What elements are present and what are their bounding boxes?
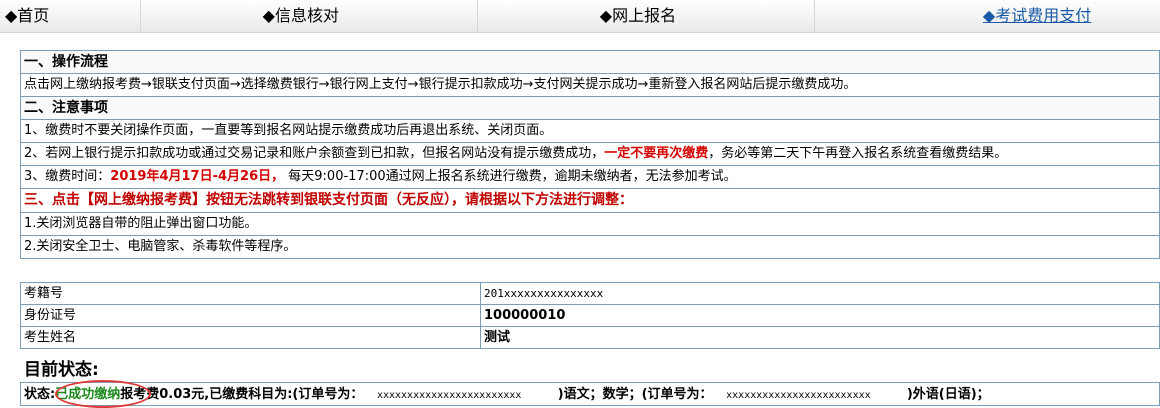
section-title-notes: 二、注意事项 — [20, 96, 1160, 120]
table-row: 身份证号 100000010 — [20, 304, 1160, 327]
fix-2: 2.关闭安全卫士、电脑管家、杀毒软件等程序。 — [20, 235, 1160, 259]
nav-info-check-label[interactable]: ◆信息核对 — [263, 0, 339, 32]
note-1: 1、缴费时不要关闭操作页面，一直要等到报名网站提示缴费成功后再退出系统、关闭页面… — [20, 119, 1160, 143]
table-row: 考籍号 201xxxxxxxxxxxxxxx — [20, 282, 1160, 305]
status-text-2: )语文；数学；(订单号为： — [557, 387, 713, 402]
id-number-label: 身份证号 — [20, 304, 481, 327]
exam-number-value: 201xxxxxxxxxxxxxxx — [480, 282, 1160, 305]
note-3-dates: 2019年4月17日-4月26日， — [110, 169, 285, 184]
payment-status-line: 状态:已成功缴纳报考费0.03元,已缴费科目为:(订单号为： xxxxxxxxx… — [20, 382, 1160, 406]
current-status-title: 目前状态: — [24, 360, 99, 380]
nav-exam-fee-payment[interactable]: ◆考试费用支付 — [815, 0, 1160, 32]
note-2-text-b: ，务必等第二天下午再登入报名系统查看缴费结果。 — [708, 146, 1008, 161]
nav-exam-fee-payment-link[interactable]: ◆考试费用支付 — [983, 0, 1091, 32]
note-2-text-a: 2、若网上银行提示扣款成功或通过交易记录和账户余额查到已扣款，但报名网站没有提示… — [24, 146, 605, 161]
candidate-info-table: 考籍号 201xxxxxxxxxxxxxxx 身份证号 100000010 考生… — [20, 282, 1160, 349]
instructions-table: 一、操作流程 点击网上缴纳报考费→银联支付页面→选择缴费银行→银行网上支付→银行… — [20, 50, 1160, 259]
note-3-text-b: 每天9:00-17:00通过网上报名系统进行缴费，逾期未缴纳者，无法参加考试。 — [284, 169, 737, 184]
note-2-warning: 一定不要再次缴费 — [604, 146, 709, 161]
status-text-3: )外语(日语)； — [906, 387, 990, 402]
top-navigation: ◆首页 ◆信息核对 ◆网上报名 ◆考试费用支付 — [0, 0, 1160, 33]
section-title-troubleshoot: 三、点击【网上缴纳报考费】按钮无法跳转到银联支付页面（无反应），请根据以下方法进… — [20, 188, 1160, 213]
id-number-value: 100000010 — [480, 304, 1160, 327]
note-3: 3、缴费时间：2019年4月17日-4月26日， 每天9:00-17:00通过网… — [20, 165, 1160, 189]
nav-online-registration-label[interactable]: ◆网上报名 — [600, 0, 676, 32]
highlight-circle-annotation — [55, 380, 151, 408]
section-title-process: 一、操作流程 — [20, 50, 1160, 74]
order-number-2: xxxxxxxxxxxxxxxxxxxxxxxx — [726, 390, 871, 401]
process-steps-text: 点击网上缴纳报考费→银联支付页面→选择缴费银行→银行网上支付→银行提示扣款成功→… — [20, 73, 1160, 97]
order-number-1: xxxxxxxxxxxxxxxxxxxxxxxx — [376, 390, 522, 401]
candidate-name-label: 考生姓名 — [20, 326, 481, 349]
nav-home-label[interactable]: ◆首页 — [5, 0, 49, 32]
nav-home[interactable]: ◆首页 — [0, 0, 141, 32]
fix-1: 1.关闭浏览器自带的阻止弹出窗口功能。 — [20, 212, 1160, 236]
table-row: 考生姓名 测试 — [20, 326, 1160, 349]
candidate-name-value: 测试 — [480, 326, 1160, 349]
note-3-text-a: 3、缴费时间： — [24, 169, 111, 184]
status-text-1: 报考费0.03元,已缴费科目为:(订单号为： — [120, 387, 364, 402]
status-prefix: 状态: — [24, 387, 56, 402]
note-2: 2、若网上银行提示扣款成功或通过交易记录和账户余额查到已扣款，但报名网站没有提示… — [20, 142, 1160, 166]
exam-number-label: 考籍号 — [20, 282, 481, 305]
nav-online-registration[interactable]: ◆网上报名 — [478, 0, 815, 32]
nav-info-check[interactable]: ◆信息核对 — [141, 0, 478, 32]
troubleshoot-title-text: 三、点击【网上缴纳报考费】按钮无法跳转到银联支付页面（无反应），请根据以下方法进… — [24, 192, 633, 208]
